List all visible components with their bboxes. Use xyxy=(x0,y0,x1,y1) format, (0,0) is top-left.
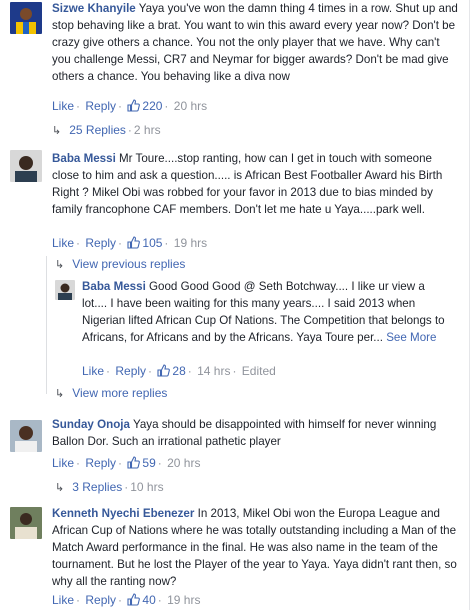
reply-arrow-icon: ↳ xyxy=(55,259,65,271)
comment-actions: Like · Reply · 105 · 19 hrs xyxy=(52,235,207,253)
thumbs-up-icon xyxy=(127,456,141,473)
avatar[interactable] xyxy=(10,420,42,452)
like-button[interactable]: Like xyxy=(52,236,74,250)
comment-actions: Like · Reply · 220 · 20 hrs xyxy=(52,98,207,116)
reply-author[interactable]: Baba Messi xyxy=(82,280,146,293)
comment-text: Sizwe Khanyile Yaya you've won the damn … xyxy=(52,0,460,85)
reply-button[interactable]: Reply xyxy=(85,99,116,113)
comments-panel: Sizwe Khanyile Yaya you've won the damn … xyxy=(0,0,470,610)
like-button[interactable]: Like xyxy=(52,456,74,470)
comment-time[interactable]: 20 hrs xyxy=(167,456,200,470)
avatar[interactable] xyxy=(10,507,42,539)
comment-author[interactable]: Baba Messi xyxy=(52,152,116,165)
comment-text: Sunday Onoja Yaya should be disappointed… xyxy=(52,416,460,450)
reply-button[interactable]: Reply xyxy=(85,236,116,250)
see-more-link[interactable]: See More xyxy=(386,331,436,344)
reply-arrow-icon: ↳ xyxy=(55,482,65,494)
thumbs-up-icon xyxy=(157,364,171,381)
thumbs-up-icon xyxy=(127,99,141,116)
comment-time[interactable]: 19 hrs xyxy=(167,593,200,607)
view-replies-link[interactable]: ↳ 25 Replies · 2 hrs xyxy=(52,122,161,139)
like-button[interactable]: Like xyxy=(82,364,104,378)
view-previous-replies-link[interactable]: ↳ View previous replies xyxy=(55,256,185,273)
reply-time[interactable]: 14 hrs xyxy=(197,364,230,378)
comment-text: Baba Messi Mr Toure....stop ranting, how… xyxy=(52,150,460,218)
like-count[interactable]: 220 xyxy=(127,99,162,113)
reply-arrow-icon: ↳ xyxy=(52,125,62,137)
reply-button[interactable]: Reply xyxy=(115,364,146,378)
avatar[interactable] xyxy=(55,280,75,300)
reply-arrow-icon: ↳ xyxy=(55,388,65,400)
comment-time[interactable]: 20 hrs xyxy=(174,99,207,113)
comment-actions: Like · Reply · 40 · 19 hrs xyxy=(52,592,200,610)
avatar[interactable] xyxy=(10,2,42,34)
reply-button[interactable]: Reply xyxy=(85,593,116,607)
view-more-replies-link[interactable]: ↳ View more replies xyxy=(55,385,167,402)
reply-text: Baba Messi Good Good Good @ Seth Botchwa… xyxy=(82,278,452,346)
like-count[interactable]: 59 xyxy=(127,456,156,473)
like-button[interactable]: Like xyxy=(52,593,74,607)
comment-time[interactable]: 19 hrs xyxy=(174,236,207,250)
like-count[interactable]: 105 xyxy=(127,236,162,250)
thumbs-up-icon xyxy=(127,593,141,610)
thread-line xyxy=(46,256,47,394)
view-replies-link[interactable]: ↳ 3 Replies · 10 hrs xyxy=(55,479,164,496)
comment-author[interactable]: Sunday Onoja xyxy=(52,418,130,431)
comment-author[interactable]: Kenneth Nyechi Ebenezer xyxy=(52,507,194,520)
comment-text: Kenneth Nyechi Ebenezer In 2013, Mikel O… xyxy=(52,505,460,590)
like-count[interactable]: 28 xyxy=(157,364,186,381)
reply-button[interactable]: Reply xyxy=(85,456,116,470)
thumbs-up-icon xyxy=(127,236,141,253)
reply-actions: Like · Reply · 28 · 14 hrs · Edited xyxy=(82,363,276,381)
comment-actions: Like · Reply · 59 · 20 hrs xyxy=(52,455,200,473)
like-button[interactable]: Like xyxy=(52,99,74,113)
avatar[interactable] xyxy=(10,150,42,182)
edited-label[interactable]: Edited xyxy=(242,364,276,378)
like-count[interactable]: 40 xyxy=(127,593,156,610)
comment-author[interactable]: Sizwe Khanyile xyxy=(52,2,136,15)
